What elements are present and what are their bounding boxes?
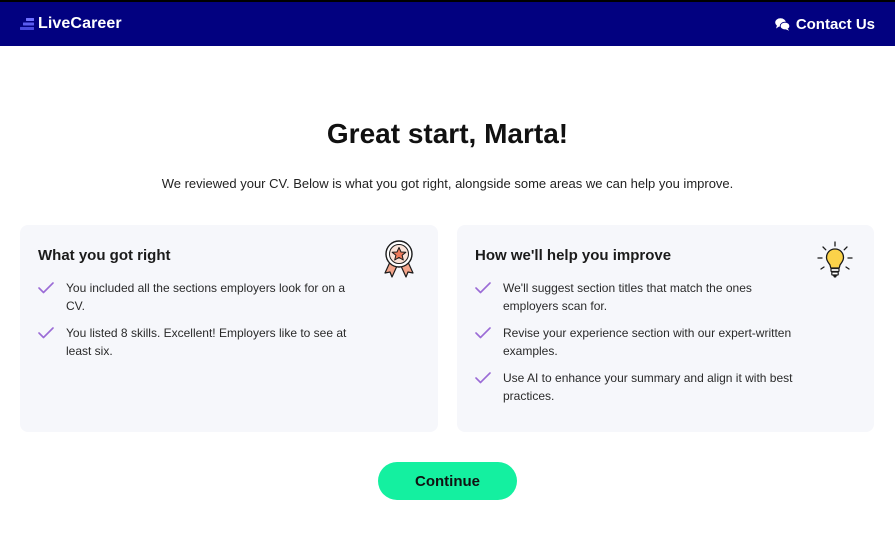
- award-ribbon-icon: [384, 240, 414, 278]
- how-we-help-card: How we'll help you improve We'll suggest…: [457, 225, 874, 432]
- what-you-got-right-heading: What you got right: [38, 247, 171, 264]
- checkmark-icon: [38, 282, 54, 294]
- logo-mark-icon: [20, 18, 34, 30]
- list-item-text: You listed 8 skills. Excellent! Employer…: [66, 326, 347, 358]
- continue-button[interactable]: Continue: [378, 462, 517, 500]
- checkmark-icon: [38, 327, 54, 339]
- list-item-text: We'll suggest section titles that match …: [503, 281, 752, 313]
- list-item: Revise your experience section with our …: [475, 324, 856, 360]
- livecareer-logo[interactable]: LiveCareer: [20, 15, 122, 33]
- page-title: Great start, Marta!: [326, 118, 569, 149]
- list-item-text: You included all the sections employers …: [66, 281, 346, 313]
- list-item-text: Use AI to enhance your summary and align…: [503, 371, 793, 403]
- top-header: LiveCareer Contact Us: [0, 0, 895, 46]
- list-item: You listed 8 skills. Excellent! Employer…: [38, 324, 420, 360]
- page-subtitle: We reviewed your CV. Below is what you g…: [161, 176, 734, 191]
- lightbulb-icon: [817, 241, 853, 278]
- list-item: Use AI to enhance your summary and align…: [475, 369, 856, 405]
- checkmark-icon: [475, 282, 491, 294]
- list-item: You included all the sections employers …: [38, 279, 420, 315]
- contact-us-label: Contact Us: [795, 15, 875, 33]
- how-we-help-heading: How we'll help you improve: [475, 247, 672, 264]
- checkmark-icon: [475, 327, 491, 339]
- chat-bubbles-icon: [775, 17, 790, 31]
- list-item: We'll suggest section titles that match …: [475, 279, 856, 315]
- what-you-got-right-list: You included all the sections employers …: [38, 279, 420, 360]
- logo-text: LiveCareer: [38, 15, 122, 32]
- contact-us-button[interactable]: Contact Us: [775, 16, 875, 33]
- what-you-got-right-card: What you got right You included all the …: [20, 225, 438, 432]
- how-we-help-list: We'll suggest section titles that match …: [475, 279, 856, 405]
- list-item-text: Revise your experience section with our …: [503, 326, 792, 358]
- checkmark-icon: [475, 372, 491, 384]
